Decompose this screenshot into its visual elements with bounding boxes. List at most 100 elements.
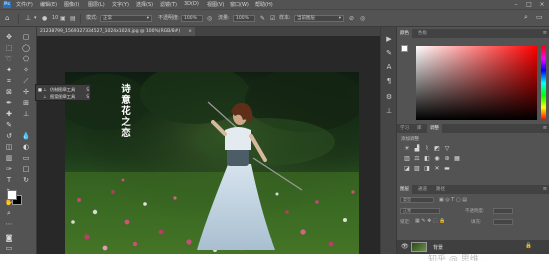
home-icon[interactable]: ⌂ [5,15,9,22]
gradient-tool-icon[interactable]: ▥ [3,153,15,163]
rotate-view-tool-icon[interactable]: ↻ [20,175,32,185]
lasso-tool-icon[interactable]: ➰ [3,54,15,64]
gradient-map-icon[interactable]: ▬ [443,165,451,172]
marquee-tool-icon[interactable]: ⬚ [3,43,15,53]
clone-source-panel-icon[interactable]: ⊥ [384,107,394,116]
layer-opacity-input[interactable] [493,208,513,214]
more-tools-icon[interactable]: ⋯ [3,219,15,229]
screen-mode-icon[interactable]: ▭ [3,243,15,253]
menu-window[interactable]: 窗口(W) [230,1,249,8]
dodge-tool-icon[interactable]: ◐ [20,142,32,152]
menu-layer[interactable]: 图层(L) [88,1,105,8]
minimize-button[interactable]: – [510,0,522,9]
black-white-icon[interactable]: ◧ [423,155,431,162]
threshold-icon[interactable]: ◨ [423,165,431,172]
menu-file[interactable]: 文件(F) [16,1,33,8]
tool-preset-chevron-icon[interactable]: ▾ [34,15,37,22]
lock-icons[interactable]: ▦ ✎ ✥ ⬚ 🔒 [415,218,445,224]
color-sampler-tool-icon[interactable]: ✢ [20,87,32,97]
menu-filter[interactable]: 滤镜(T) [160,1,177,8]
menu-3d[interactable]: 3D(D) [184,1,199,7]
shape-tool-icon[interactable]: ▭ [20,153,32,163]
flyout-item-pattern-stamp[interactable]: ⊥ 图案图章工具 S [38,93,90,100]
brush-size-icon[interactable]: ● [42,15,47,22]
color-picker-field[interactable] [416,46,537,120]
foreground-color-chip[interactable] [401,45,408,52]
vibrance-icon[interactable]: ▽ [443,145,451,152]
menu-help[interactable]: 帮助(H) [255,1,273,8]
move-tool-icon[interactable]: ✥ [3,32,15,42]
maximize-button[interactable]: □ [523,0,535,9]
photo-canvas[interactable]: 诗 意 花 之 恋 [65,72,359,254]
close-window-button[interactable]: × [536,0,548,9]
levels-icon[interactable]: ▟ [413,145,421,152]
crop-tool-icon[interactable]: ⌗ [3,76,15,86]
menu-edit[interactable]: 编辑(E) [40,1,57,8]
magic-wand-tool-icon[interactable]: ✧ [20,65,32,75]
quick-select-tool-icon[interactable]: ✦ [3,65,15,75]
hue-slider[interactable] [541,46,546,120]
tab-layers[interactable]: 图层 [397,185,412,194]
properties-icon[interactable]: ⚙ [384,93,394,102]
foreground-color-swatch[interactable] [7,190,17,200]
color-balance-icon[interactable]: ⚖ [413,155,421,162]
blur-tool-icon[interactable]: 💧 [20,131,32,141]
ellipse-marquee-tool-icon[interactable]: ◯ [20,43,32,53]
healing-brush-tool-icon[interactable]: ✚ [3,109,15,119]
history-icon[interactable]: ▶ [384,35,394,44]
zoom-tool-icon[interactable]: ⌕ [3,208,15,218]
hue-saturation-icon[interactable]: ▥ [403,155,411,162]
panel-menu-icon[interactable]: ≡ [543,185,547,194]
history-brush-tool-icon[interactable]: ↺ [3,131,15,141]
tab-channels[interactable]: 通道 [415,185,430,194]
layer-fill-input[interactable] [493,219,513,225]
selective-color-icon[interactable]: ✕ [433,165,441,172]
mode-select[interactable]: 正常 ▾ [100,15,152,22]
clone-stamp-tool-icon[interactable]: ⊥ [20,109,32,119]
clone-source-icon[interactable]: ▤ [70,15,76,22]
type-tool-icon[interactable]: T [3,175,15,185]
rectangle-tool-icon[interactable]: □ [20,164,32,174]
stamp-tool-icon[interactable]: ⊥ [25,15,31,22]
search-icon[interactable]: ⌕ [524,14,528,21]
eraser-tool-icon[interactable]: ◫ [3,142,15,152]
curves-icon[interactable]: ⌇ [423,145,431,152]
close-tab-icon[interactable]: × [188,27,192,36]
pen-tool-icon[interactable]: ✑ [3,164,15,174]
patch-tool-icon[interactable]: ⊞ [20,98,32,108]
layer-filter-select[interactable]: 类型 [400,197,434,203]
panel-menu-icon[interactable]: ≡ [543,29,547,38]
panel-menu-icon[interactable]: ≡ [543,124,547,133]
brightness-contrast-icon[interactable]: ☀ [403,145,411,152]
tab-swatches[interactable]: 色板 [415,29,430,38]
visibility-eye-icon[interactable]: 👁 [401,243,409,250]
workspace-icon[interactable]: ▭ [536,14,543,21]
frame-tool-icon[interactable]: ⊠ [3,87,15,97]
flyout-item-clone-stamp[interactable]: ■ ⊥ 仿制图章工具 S [38,86,90,93]
flow-input[interactable]: 100% [233,15,255,22]
tab-paths[interactable]: 路径 [433,185,448,194]
slice-tool-icon[interactable]: ⟋ [20,76,32,86]
blend-mode-select[interactable]: 正常 [400,208,440,214]
photo-filter-icon[interactable]: ◉ [433,155,441,162]
sample-select[interactable]: 当前图层 ▾ [294,15,344,22]
exposure-icon[interactable]: ◩ [433,145,441,152]
channel-mixer-icon[interactable]: ⊛ [443,155,451,162]
color-lookup-icon[interactable]: ▦ [453,155,461,162]
tab-learn[interactable]: 学习 [397,124,412,133]
brush-tool-icon[interactable]: ✎ [3,120,15,130]
document-tab[interactable]: 21238799_1569327334527_1024x1024.jpg @ 1… [37,27,195,36]
menu-view[interactable]: 视图(V) [207,1,224,8]
opacity-input[interactable]: 100% [181,15,203,22]
character-icon[interactable]: A [384,63,394,72]
menu-image[interactable]: 图像(I) [64,1,79,8]
brush-panel-icon[interactable]: ✎ [384,49,394,58]
pressure-opacity-icon[interactable]: ◎ [207,15,212,22]
ignore-adjustment-icon[interactable]: ⊘ [349,15,354,22]
posterize-icon[interactable]: ▨ [413,165,421,172]
airbrush-icon[interactable]: ✎ [260,15,265,22]
eyedropper-tool-icon[interactable]: ✒ [3,98,15,108]
polygon-lasso-tool-icon[interactable]: ⬠ [20,54,32,64]
paragraph-icon[interactable]: ¶ [384,77,394,86]
artboard-tool-icon[interactable]: ▢ [20,32,32,42]
